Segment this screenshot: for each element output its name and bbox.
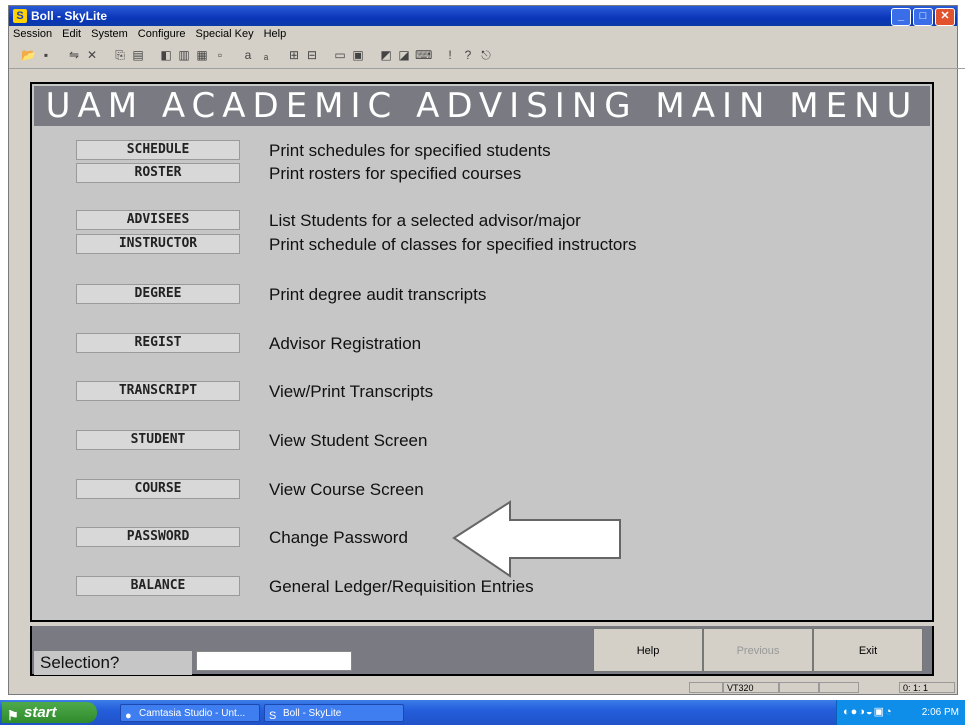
menu-system[interactable]: System (91, 28, 128, 40)
transcript-description: View/Print Transcripts (269, 382, 434, 401)
roster-description: Print rosters for specified courses (269, 164, 522, 183)
menu-session[interactable]: Session (13, 28, 52, 40)
open-icon[interactable]: 📂 (21, 48, 36, 62)
clear-icon[interactable]: ▫ (213, 48, 227, 62)
windows-flag-icon: ⚑ (7, 708, 19, 723)
close-button[interactable]: ✕ (935, 8, 955, 26)
menu-row-student: STUDENT View Student Screen (32, 430, 932, 452)
terminal-type: VT320 (723, 682, 779, 693)
task-label: Boll - SkyLite (283, 708, 342, 719)
start-button[interactable]: ⚑ start (2, 702, 97, 723)
font-small-icon[interactable]: ₐ (259, 48, 273, 62)
menu-row-instructor: INSTRUCTOR Print schedule of classes for… (32, 234, 932, 256)
connect-icon[interactable]: ⇋ (67, 48, 81, 62)
display-icon[interactable]: ▭ (333, 48, 347, 62)
transcript-button[interactable]: TRANSCRIPT (76, 381, 240, 401)
instructor-button[interactable]: INSTRUCTOR (76, 234, 240, 254)
camtasia-icon: ● (125, 710, 132, 722)
menu-row-degree: DEGREE Print degree audit transcripts (32, 284, 932, 306)
selection-input[interactable] (196, 651, 352, 671)
skylite-icon: S (269, 710, 277, 722)
keyboard-icon[interactable]: ⌨ (415, 48, 432, 62)
menu-row-transcript: TRANSCRIPT View/Print Transcripts (32, 381, 932, 403)
taskbar: ⚑ start ● Camtasia Studio - Unt... S Bol… (0, 700, 965, 725)
info-icon[interactable]: ǃ (443, 48, 457, 62)
macro-icon[interactable]: ◩ (379, 48, 393, 62)
split-icon[interactable]: ▦ (195, 48, 209, 62)
pointer-arrow-icon (452, 500, 621, 578)
start-label: start (24, 704, 57, 721)
task-label: Camtasia Studio - Unt... (139, 708, 246, 719)
system-tray: ◐●◑◒▣◔ 2:06 PM (836, 700, 965, 725)
menu-row-schedule: SCHEDULE Print schedules for specified s… (32, 140, 932, 162)
regist-button[interactable]: REGIST (76, 333, 240, 353)
advisees-description: List Students for a selected advisor/maj… (269, 211, 581, 230)
toolbar: 📂 ▪ ⇋ ✕ ⎘ ▤ ◧ ▥ ▦ ▫ a ₐ ⊞ ⊟ ▭ ▣ ◩ ◪ ⌨ ǃ … (9, 42, 965, 69)
tray-icons[interactable]: ◐●◑◒▣◔ (843, 700, 893, 725)
regist-description: Advisor Registration (269, 334, 422, 353)
menu-special-key[interactable]: Special Key (196, 28, 254, 40)
skylite-app-icon: S (13, 9, 27, 23)
cursor-position: 0: 1: 1 (899, 682, 955, 693)
help-button[interactable]: Help (593, 628, 703, 672)
taskbar-item-skylite[interactable]: S Boll - SkyLite (264, 704, 404, 722)
menu-configure[interactable]: Configure (138, 28, 186, 40)
balance-button[interactable]: BALANCE (76, 576, 240, 596)
course-button[interactable]: COURSE (76, 479, 240, 499)
help-pointer-icon[interactable]: ? (461, 48, 475, 62)
exit-icon[interactable]: ⎋ (479, 48, 493, 62)
print-icon[interactable]: ▥ (177, 48, 191, 62)
schedule-button[interactable]: SCHEDULE (76, 140, 240, 160)
menu-edit[interactable]: Edit (62, 28, 81, 40)
setup-icon[interactable]: ▣ (351, 48, 365, 62)
status-bar: VT320 0: 1: 1 (9, 682, 957, 695)
capture-icon[interactable]: ◧ (159, 48, 173, 62)
selection-label: Selection? (34, 651, 192, 675)
advisees-button[interactable]: ADVISEES (76, 210, 240, 230)
password-button[interactable]: PASSWORD (76, 527, 240, 547)
disconnect-icon[interactable]: ✕ (85, 48, 99, 62)
course-description: View Course Screen (269, 480, 424, 499)
copy-icon[interactable]: ⎘ (113, 48, 127, 62)
exit-button[interactable]: Exit (813, 628, 923, 672)
password-description: Change Password (269, 528, 408, 547)
student-description: View Student Screen (269, 431, 428, 450)
send-icon[interactable]: ⊞ (287, 48, 301, 62)
record-icon[interactable]: ◪ (397, 48, 411, 62)
minimize-button[interactable]: _ (891, 8, 911, 26)
menu-bar: Session Edit System Configure Special Ke… (9, 26, 961, 42)
receive-icon[interactable]: ⊟ (305, 48, 319, 62)
title-bar[interactable]: S Boll - SkyLite _ □ ✕ (9, 6, 957, 26)
page-title: UAM ACADEMIC ADVISING MAIN MENU (34, 86, 930, 126)
student-button[interactable]: STUDENT (76, 430, 240, 450)
menu-row-advisees: ADVISEES List Students for a selected ad… (32, 210, 932, 232)
save-icon[interactable]: ▪ (39, 48, 53, 62)
menu-help[interactable]: Help (264, 28, 287, 40)
window-title: Boll - SkyLite (31, 9, 108, 23)
paste-icon[interactable]: ▤ (131, 48, 145, 62)
menu-row-regist: REGIST Advisor Registration (32, 333, 932, 355)
font-icon[interactable]: a (241, 48, 255, 62)
menu-row-roster: ROSTER Print rosters for specified cours… (32, 163, 932, 185)
instructor-description: Print schedule of classes for specified … (269, 235, 637, 254)
degree-description: Print degree audit transcripts (269, 285, 487, 304)
clock: 2:06 PM (921, 707, 959, 718)
schedule-description: Print schedules for specified students (269, 141, 551, 160)
taskbar-item-camtasia[interactable]: ● Camtasia Studio - Unt... (120, 704, 260, 722)
maximize-button[interactable]: □ (913, 8, 933, 26)
previous-button[interactable]: Previous (703, 628, 813, 672)
roster-button[interactable]: ROSTER (76, 163, 240, 183)
degree-button[interactable]: DEGREE (76, 284, 240, 304)
